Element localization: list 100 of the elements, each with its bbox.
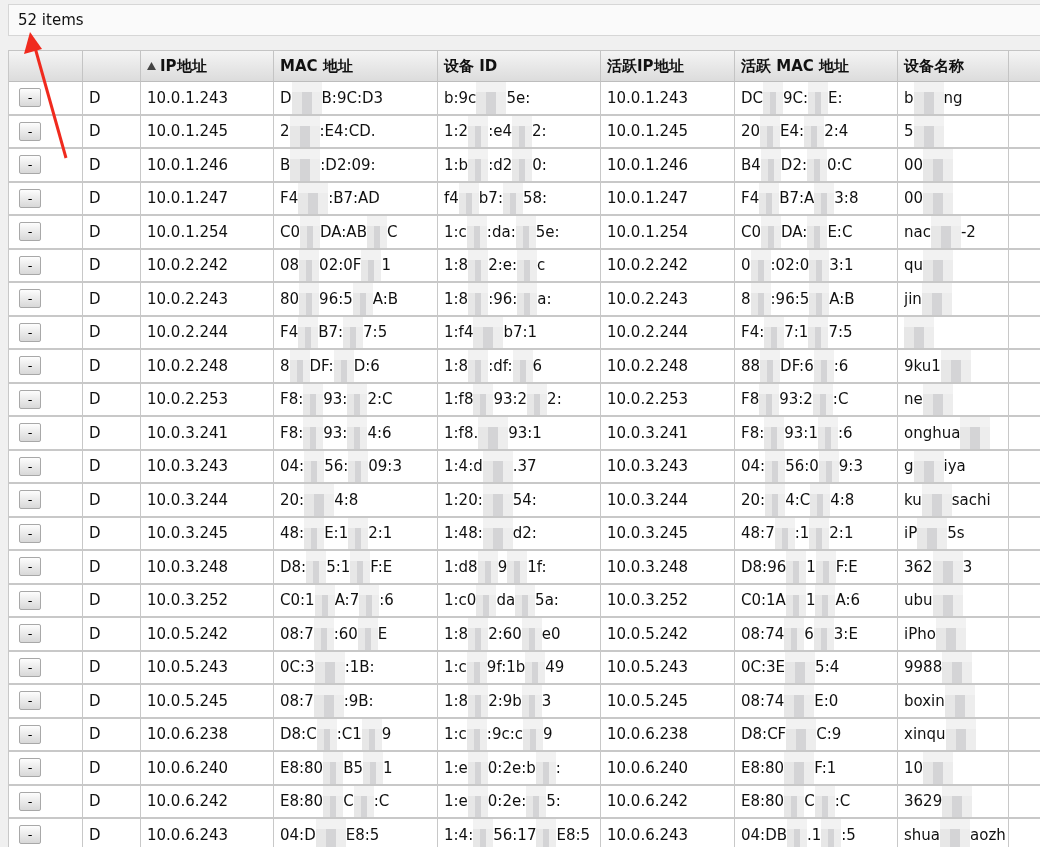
mosaic-redaction [468, 249, 489, 282]
mosaic-redaction [290, 149, 321, 181]
device-id-fragment: 1f: [527, 557, 547, 576]
active-mac-fragment: 0 [741, 256, 751, 275]
mosaic-redaction [359, 584, 380, 617]
mac-address-fragment: 93: [323, 423, 348, 442]
mac-address-fragment: F4 [280, 189, 299, 208]
remove-button[interactable]: - [19, 657, 41, 677]
remove-button[interactable]: - [19, 289, 41, 309]
column-header[interactable]: MAC 地址 [274, 50, 438, 82]
mac-address-fragment: 48: [280, 524, 305, 543]
mosaic-redaction [760, 149, 781, 181]
mosaic-redaction [923, 752, 954, 784]
remove-button[interactable]: - [19, 255, 41, 275]
mosaic-redaction [935, 618, 966, 650]
mosaic-redaction [750, 283, 771, 315]
column-header[interactable]: 设备 ID [438, 50, 601, 82]
remove-button[interactable]: - [19, 724, 41, 744]
remove-button[interactable]: - [19, 624, 41, 644]
active-mac-fragment: DC [741, 88, 764, 107]
device-id-fragment: 1:8 [444, 356, 469, 375]
active-mac-fragment: DA: [781, 222, 808, 241]
remove-button[interactable]: - [19, 590, 41, 610]
mosaic-redaction [299, 283, 320, 315]
active-mac-fragment: 9C: [783, 88, 809, 107]
device-name-fragment: 9ku1 [904, 356, 941, 375]
device-id-fragment: :96: [488, 289, 518, 308]
device-id-fragment: c [537, 256, 546, 275]
remove-button[interactable]: - [19, 423, 41, 443]
status-flag-label: D [89, 457, 101, 476]
remove-button[interactable]: - [19, 389, 41, 409]
ip-address: 10.0.6.242 [147, 792, 229, 811]
column-header[interactable] [9, 50, 83, 82]
ip-address: 10.0.2.242 [147, 256, 229, 275]
mac-address-fragment: E [377, 624, 388, 643]
column-header[interactable]: 活跃 MAC 地址 [735, 50, 898, 82]
mac-address-fragment: 04: [280, 457, 305, 476]
column-header[interactable]: 设备名称 [898, 50, 1009, 82]
mosaic-redaction [923, 249, 954, 282]
remove-button[interactable]: - [19, 456, 41, 476]
ip-address: 10.0.5.245 [147, 691, 229, 710]
ip-address: 10.0.3.248 [147, 557, 229, 576]
mosaic-redaction [347, 383, 368, 416]
device-id-fragment: 5a: [535, 591, 559, 610]
device-id-fragment: :e4 [488, 122, 512, 141]
mosaic-redaction [353, 785, 374, 818]
device-id-fragment: e0 [541, 624, 561, 643]
ip-address: 10.0.5.243 [147, 658, 229, 677]
mac-address-fragment: 56: [324, 457, 349, 476]
mosaic-redaction [306, 551, 327, 583]
active-mac-fragment: 93:2 [779, 390, 813, 409]
mosaic-redaction [482, 484, 513, 516]
column-header[interactable]: IP地址 [141, 50, 274, 82]
remove-button[interactable]: - [19, 490, 41, 510]
mosaic-redaction [348, 517, 369, 550]
remove-button[interactable]: - [19, 523, 41, 543]
device-id-fragment: 9f:1b [486, 658, 526, 677]
device-id-fragment: .37 [512, 457, 537, 476]
mosaic-redaction [960, 417, 991, 449]
device-name-fragment: nac [904, 222, 931, 241]
remove-button[interactable]: - [19, 356, 41, 376]
status-flag-label: D [89, 624, 101, 643]
device-name-fragment: 10 [904, 758, 924, 777]
remove-button[interactable]: - [19, 322, 41, 342]
active-mac-fragment: 0C:3E [741, 658, 786, 677]
remove-button[interactable]: - [19, 121, 41, 141]
mosaic-redaction [357, 618, 378, 650]
remove-button[interactable]: - [19, 691, 41, 711]
mosaic-redaction [942, 651, 973, 684]
mosaic-redaction [761, 216, 782, 248]
active-ip-address: 10.0.2.242 [607, 256, 689, 275]
mosaic-redaction [526, 785, 547, 818]
ip-address: 10.0.6.243 [147, 825, 229, 844]
device-id-fragment: 58: [522, 189, 548, 208]
device-name-fragment: xinqu [904, 725, 946, 744]
device-name-fragment: ng [943, 88, 963, 107]
mac-address-fragment: 2:1 [368, 524, 393, 543]
device-id-fragment: 56:17 [493, 825, 537, 844]
remove-button[interactable]: - [19, 791, 41, 811]
remove-button[interactable]: - [19, 758, 41, 778]
remove-button[interactable]: - [19, 88, 41, 108]
mosaic-redaction [944, 685, 975, 717]
column-header[interactable]: 活跃IP地址 [601, 50, 735, 82]
mac-address-fragment: 7:5 [363, 323, 388, 342]
remove-button[interactable]: - [19, 825, 41, 845]
device-id-fragment: :df: [488, 356, 513, 375]
device-id-fragment: 1:f4 [444, 323, 474, 342]
remove-button[interactable]: - [19, 222, 41, 242]
mosaic-redaction [482, 450, 513, 483]
active-ip-address: 10.0.1.243 [607, 88, 689, 107]
device-name-fragment: 3 [962, 557, 973, 576]
remove-button[interactable]: - [19, 557, 41, 577]
device-id-fragment: 54: [512, 490, 537, 509]
mosaic-redaction [468, 685, 489, 717]
mosaic-redaction [759, 383, 780, 416]
mac-address-fragment: 1 [383, 758, 393, 777]
remove-button[interactable]: - [19, 155, 41, 175]
mac-address-fragment: B7: [318, 323, 344, 342]
mosaic-redaction [809, 249, 830, 282]
remove-button[interactable]: - [19, 188, 41, 208]
